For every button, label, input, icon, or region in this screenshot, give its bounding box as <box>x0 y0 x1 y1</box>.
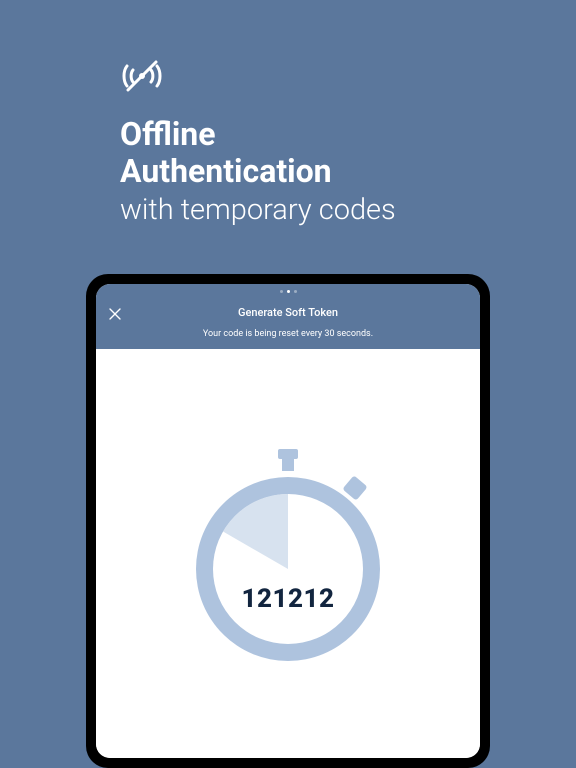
app-title: Generate Soft Token <box>96 306 480 319</box>
offline-signal-icon <box>120 56 396 100</box>
stopwatch-graphic: 121212 <box>188 449 388 669</box>
app-header: Generate Soft Token Your code is being r… <box>96 298 480 349</box>
hero-subtitle: with temporary codes <box>120 192 396 228</box>
tablet-screen: Generate Soft Token Your code is being r… <box>96 284 480 758</box>
app-body: 121212 <box>96 349 480 758</box>
tablet-frame: Generate Soft Token Your code is being r… <box>86 274 490 768</box>
hero-title-line2: Authentication <box>120 153 396 190</box>
hero-title-line1: Offline <box>120 116 396 153</box>
status-bar <box>96 284 480 298</box>
close-icon[interactable] <box>108 306 122 320</box>
app-subtitle: Your code is being reset every 30 second… <box>96 329 480 339</box>
token-code: 121212 <box>242 584 335 614</box>
hero-block: Offline Authentication with temporary co… <box>120 56 396 228</box>
